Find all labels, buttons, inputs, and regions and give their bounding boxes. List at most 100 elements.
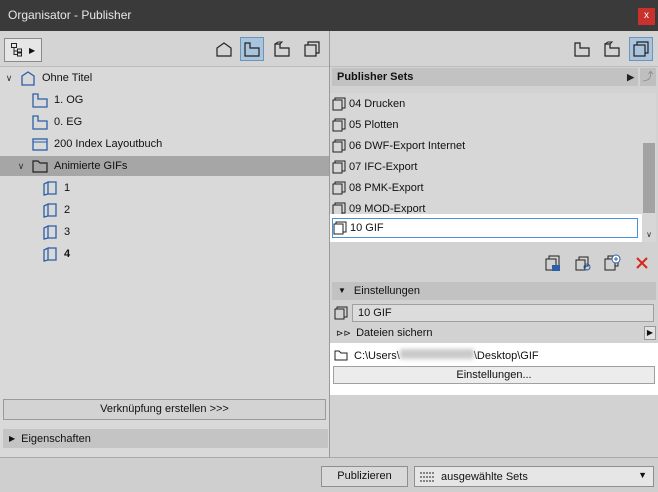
- view-icon: [43, 202, 57, 218]
- set-item-04[interactable]: 04 Drucken: [332, 94, 405, 114]
- set-name-edit-field[interactable]: 10 GIF: [332, 218, 638, 238]
- right-toolbar: [330, 31, 658, 67]
- publisher-set-icon: [334, 306, 348, 320]
- publisher-set-icon: [332, 97, 346, 111]
- publish-scope-value: ausgewählte Sets: [441, 470, 528, 483]
- delete-button[interactable]: [632, 253, 652, 273]
- duplicate-set-button[interactable]: [573, 253, 593, 273]
- settings-button[interactable]: Einstellungen...: [333, 366, 655, 384]
- go-up-button[interactable]: ⤴: [640, 68, 656, 86]
- publisher-sets-list: 04 Drucken 05 Plotten 06 DWF-Export Inte…: [330, 93, 652, 242]
- publish-scope-select[interactable]: ausgewählte Sets ▼: [414, 466, 654, 487]
- tree-item-view-4[interactable]: 4: [42, 244, 70, 264]
- chevron-right-icon[interactable]: ▶: [627, 68, 634, 86]
- settings-header-label: Einstellungen: [353, 285, 420, 297]
- publisher-sets-button[interactable]: [300, 37, 324, 61]
- tree-item-view-1[interactable]: 1: [42, 178, 70, 198]
- story-icon: [32, 93, 48, 108]
- save-files-label: Dateien sichern: [356, 327, 433, 339]
- set-name-field[interactable]: 10 GIF: [352, 304, 654, 322]
- tree-item-view-3[interactable]: 3: [42, 222, 70, 242]
- chevron-down-icon: ▼: [338, 286, 346, 295]
- tree-item-label: 1. OG: [54, 94, 84, 106]
- publisher-icon: [304, 41, 320, 57]
- tree-item-label: 2: [64, 204, 71, 216]
- settings-name-row: 10 GIF: [332, 303, 656, 323]
- properties-section-header[interactable]: ▶ Eigenschaften: [3, 429, 328, 448]
- tree-view-dropdown[interactable]: ▶: [4, 38, 42, 62]
- view-icon: [43, 224, 57, 240]
- scroll-down-icon[interactable]: ∨: [642, 230, 656, 242]
- publisher-sets-button[interactable]: [629, 37, 653, 61]
- left-toolbar: ▶: [0, 31, 330, 67]
- title-bar: Organisator - Publisher x: [0, 0, 658, 31]
- publisher-sets-label: Publisher Sets: [337, 71, 414, 83]
- tree-item-view-2[interactable]: 2: [42, 200, 70, 220]
- create-link-button[interactable]: Verknüpfung erstellen >>>: [3, 399, 326, 420]
- story-icon: [32, 115, 48, 130]
- view-map-button[interactable]: [240, 37, 264, 61]
- add-item-button[interactable]: [602, 253, 622, 273]
- project-icon: [21, 71, 35, 86]
- chevron-down-icon[interactable]: ∨: [16, 161, 26, 172]
- publisher-sets-header[interactable]: Publisher Sets ▶: [332, 68, 638, 86]
- list-icon: [420, 472, 434, 481]
- chevron-down-icon[interactable]: ∨: [4, 73, 14, 84]
- path-prefix: C:\Users\: [354, 349, 400, 362]
- arrow-up-icon: ⤴: [642, 71, 654, 83]
- tree-item-animierte-gifs[interactable]: ∨ Animierte GIFs: [0, 156, 330, 176]
- publisher-icon: [633, 41, 649, 57]
- tree-item-label: 3: [64, 226, 71, 238]
- output-path-row[interactable]: C:\Users\ \Desktop\GIF: [334, 347, 539, 363]
- chevron-right-icon: ▶: [9, 434, 16, 443]
- right-panel: Publisher Sets ▶ ⤴ 04 Drucken 05 Plotten…: [330, 31, 658, 457]
- window-title: Organisator - Publisher: [8, 8, 132, 22]
- tree-item-1-og[interactable]: 1. OG: [32, 90, 83, 110]
- set-item-10-selected[interactable]: 10 GIF: [330, 214, 652, 242]
- tree-item-label: 200 Index Layoutbuch: [54, 138, 163, 150]
- tree-item-project[interactable]: ∨ Ohne Titel: [4, 68, 92, 88]
- tree-item-label: Ohne Titel: [42, 72, 93, 84]
- view-map-icon: [574, 42, 590, 57]
- add-item-icon: [604, 254, 621, 271]
- save-files-row[interactable]: ⊳⊳ Dateien sichern ▶: [332, 325, 656, 341]
- view-map-icon: [244, 42, 260, 57]
- set-item-label: 08 PMK-Export: [349, 182, 424, 194]
- tree-item-index-layoutbuch[interactable]: 200 Index Layoutbuch: [32, 134, 162, 154]
- duplicate-icon: [575, 256, 591, 271]
- publisher-set-icon: [332, 118, 346, 132]
- tree-item-0-eg[interactable]: 0. EG: [32, 112, 82, 132]
- publisher-set-icon: [332, 139, 346, 153]
- layout-book-button[interactable]: [600, 37, 624, 61]
- tree-item-label: 0. EG: [54, 116, 83, 128]
- publish-button[interactable]: Publizieren: [321, 466, 408, 487]
- sets-scrollbar[interactable]: ∨: [642, 93, 656, 242]
- folder-icon: [334, 350, 348, 361]
- set-item-label: 04 Drucken: [349, 98, 406, 110]
- scrollbar-thumb[interactable]: [643, 143, 655, 213]
- chevron-right-icon[interactable]: ▶: [644, 326, 656, 340]
- redacted-username: [399, 348, 474, 359]
- set-item-label: 06 DWF-Export Internet: [349, 140, 466, 152]
- delete-x-icon: [636, 257, 648, 269]
- properties-label: Eigenschaften: [21, 432, 91, 445]
- publisher-set-icon: [332, 160, 346, 174]
- fast-forward-icon: ⊳⊳: [336, 327, 352, 338]
- set-item-08[interactable]: 08 PMK-Export: [332, 178, 424, 198]
- tree-item-label: 4: [64, 248, 71, 260]
- path-suffix: \Desktop\GIF: [473, 349, 539, 362]
- settings-section-header[interactable]: ▼ Einstellungen: [332, 282, 656, 300]
- set-item-07[interactable]: 07 IFC-Export: [332, 157, 417, 177]
- view-map-button[interactable]: [570, 37, 594, 61]
- chevron-down-icon: ▼: [638, 470, 647, 480]
- set-item-05[interactable]: 05 Plotten: [332, 115, 399, 135]
- left-panel: ▶ ∨ Ohne Titel 1. OG 0. EG 200 Index Lay…: [0, 31, 330, 457]
- publisher-set-icon: [332, 181, 346, 195]
- layout-book-button[interactable]: [270, 37, 294, 61]
- close-button[interactable]: x: [638, 8, 655, 25]
- new-set-button[interactable]: [543, 253, 563, 273]
- set-item-06[interactable]: 06 DWF-Export Internet: [332, 136, 465, 156]
- chevron-right-icon: ▶: [29, 45, 36, 55]
- project-map-button[interactable]: [212, 37, 236, 61]
- tree-structure-icon: [11, 43, 22, 57]
